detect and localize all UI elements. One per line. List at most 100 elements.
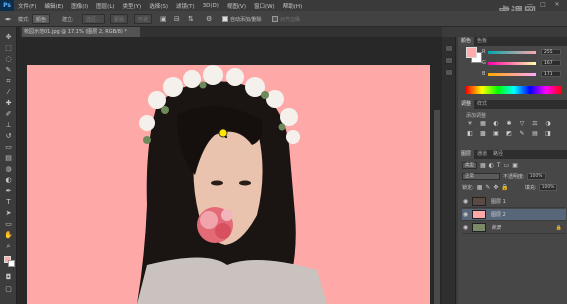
zoom-tool-icon[interactable]: ⌕: [4, 242, 13, 251]
align-edges-option[interactable]: 对齐边缘: [272, 14, 300, 24]
path-select-icon[interactable]: ➤: [4, 209, 13, 218]
filter-adjust-icon[interactable]: ◐: [489, 162, 494, 169]
color-lookup-icon[interactable]: ▣: [492, 130, 500, 137]
gradient-map-icon[interactable]: ◨: [544, 130, 552, 137]
menu-filter[interactable]: 滤镜(T): [172, 2, 199, 10]
filter-type-icon[interactable]: T: [497, 162, 501, 169]
minimize-icon[interactable]: —: [525, 1, 535, 9]
filter-smart-icon[interactable]: ▣: [512, 162, 518, 169]
green-slider[interactable]: [488, 61, 536, 65]
red-value[interactable]: 255: [541, 49, 561, 55]
layer-row-background[interactable]: ◉ 背景 🔒: [462, 222, 566, 234]
layer-row-2[interactable]: ◉ 图层 2: [462, 209, 566, 221]
eraser-icon[interactable]: ▭: [4, 143, 13, 152]
menu-file[interactable]: 文件(F): [14, 2, 40, 10]
document-tab[interactable]: 校园示范01.jpg @ 17.1% (图层 2, RGB/8) *: [22, 27, 140, 37]
blue-slider-row[interactable]: B 171: [482, 70, 567, 78]
menu-layer[interactable]: 图层(L): [92, 2, 118, 10]
character-panel-icon[interactable]: [445, 69, 453, 76]
shape-tool-icon[interactable]: ▭: [4, 220, 13, 229]
foreground-color-box[interactable]: [466, 47, 477, 58]
crop-tool-icon[interactable]: ⌗: [4, 77, 13, 86]
filter-shape-icon[interactable]: ▭: [504, 162, 510, 169]
document-canvas[interactable]: [27, 65, 430, 304]
screen-mode-icon[interactable]: ▢: [4, 285, 13, 294]
green-value[interactable]: 167: [541, 60, 561, 66]
visibility-eye-icon[interactable]: ◉: [462, 211, 469, 218]
mask-button[interactable]: 蒙版: [110, 14, 129, 24]
healing-brush-icon[interactable]: ✚: [4, 99, 13, 108]
green-slider-row[interactable]: G 167: [482, 59, 567, 67]
tab-styles[interactable]: 样式: [474, 100, 490, 109]
lasso-tool-icon[interactable]: ◌: [4, 55, 13, 64]
red-slider[interactable]: [488, 50, 536, 54]
tab-channels[interactable]: 通道: [474, 150, 490, 159]
dodge-tool-icon[interactable]: ◐: [4, 176, 13, 185]
menu-type[interactable]: 类型(Y): [119, 2, 146, 10]
menu-view[interactable]: 视图(V): [223, 2, 250, 10]
menu-3d[interactable]: 3D(D): [199, 3, 223, 9]
color-balance-icon[interactable]: ⚖: [531, 120, 539, 127]
visibility-eye-icon[interactable]: ◉: [462, 224, 469, 231]
tab-paths[interactable]: 路径: [490, 150, 506, 159]
layer-row-1[interactable]: ◉ 图层 1: [462, 196, 566, 208]
eyedropper-icon[interactable]: ⁄: [4, 88, 13, 97]
brush-tool-icon[interactable]: ✐: [4, 110, 13, 119]
menu-help[interactable]: 帮助(H): [279, 2, 306, 10]
opacity-input[interactable]: 100%: [526, 173, 546, 180]
menu-select[interactable]: 选择(S): [145, 2, 172, 10]
channel-mixer-icon[interactable]: ▩: [479, 130, 487, 137]
hand-tool-icon[interactable]: ✋: [4, 231, 13, 240]
lock-all-icon[interactable]: 🔒: [501, 184, 508, 191]
marquee-tool-icon[interactable]: ⬚: [4, 44, 13, 53]
color-spectrum[interactable]: [466, 86, 562, 94]
tab-adjustments[interactable]: 调整: [458, 100, 475, 109]
lock-pixels-icon[interactable]: ✎: [485, 184, 490, 191]
clone-stamp-icon[interactable]: ⊥: [4, 121, 13, 130]
vibrance-icon[interactable]: ▽: [518, 120, 526, 127]
quick-mask-icon[interactable]: ◘: [4, 273, 13, 282]
path-align-icon[interactable]: ⊟: [174, 14, 180, 24]
photo-filter-icon[interactable]: ◧: [466, 130, 474, 137]
menu-window[interactable]: 窗口(W): [250, 2, 279, 10]
pen-tool-icon[interactable]: ✒: [4, 187, 13, 196]
selection-button[interactable]: 选区...: [82, 14, 105, 24]
lock-position-icon[interactable]: ✥: [493, 184, 498, 191]
blue-slider[interactable]: [488, 72, 536, 76]
kind-filter-select[interactable]: 类型: [462, 162, 477, 169]
background-color-swatch[interactable]: [8, 260, 15, 267]
red-slider-row[interactable]: R 255: [482, 48, 567, 56]
path-arrange-icon[interactable]: ⇅: [188, 14, 194, 24]
blend-mode-select[interactable]: 正常: [462, 173, 500, 180]
maximize-icon[interactable]: □: [538, 1, 548, 9]
path-ops-icon[interactable]: ▣: [160, 14, 167, 24]
tab-color[interactable]: 颜色: [458, 37, 475, 46]
curves-icon[interactable]: ◐: [492, 120, 500, 127]
menu-edit[interactable]: 编辑(E): [40, 2, 67, 10]
tab-layers[interactable]: 图层: [458, 150, 475, 159]
visibility-eye-icon[interactable]: ◉: [462, 198, 469, 205]
lock-transparent-icon[interactable]: ▦: [477, 184, 483, 191]
history-brush-icon[interactable]: ↺: [4, 132, 13, 141]
type-tool-icon[interactable]: T: [4, 198, 13, 207]
gradient-icon[interactable]: ▤: [4, 154, 13, 163]
blur-tool-icon[interactable]: ◍: [4, 165, 13, 174]
posterize-icon[interactable]: ✎: [518, 130, 526, 137]
history-panel-icon[interactable]: [445, 45, 453, 52]
threshold-icon[interactable]: ▤: [531, 130, 539, 137]
black-white-icon[interactable]: ◑: [544, 120, 552, 127]
auto-add-delete-checkbox[interactable]: 自动添加/删除: [222, 14, 262, 24]
invert-icon[interactable]: ◩: [505, 130, 513, 137]
fill-input[interactable]: 100%: [538, 184, 558, 191]
vertical-scrollbar[interactable]: [434, 110, 440, 304]
filter-pixel-icon[interactable]: ▦: [480, 162, 486, 169]
brightness-icon[interactable]: ☀: [466, 120, 474, 127]
tab-swatches[interactable]: 色板: [474, 37, 490, 46]
properties-panel-icon[interactable]: [445, 57, 453, 64]
mode-select[interactable]: 颜色: [32, 14, 51, 24]
move-tool-icon[interactable]: ✥: [4, 33, 13, 42]
exposure-icon[interactable]: ✱: [505, 120, 513, 127]
close-icon[interactable]: ✕: [552, 1, 562, 9]
gear-icon[interactable]: ⚙: [206, 14, 212, 24]
brush-icon[interactable]: ✒: [5, 14, 12, 24]
